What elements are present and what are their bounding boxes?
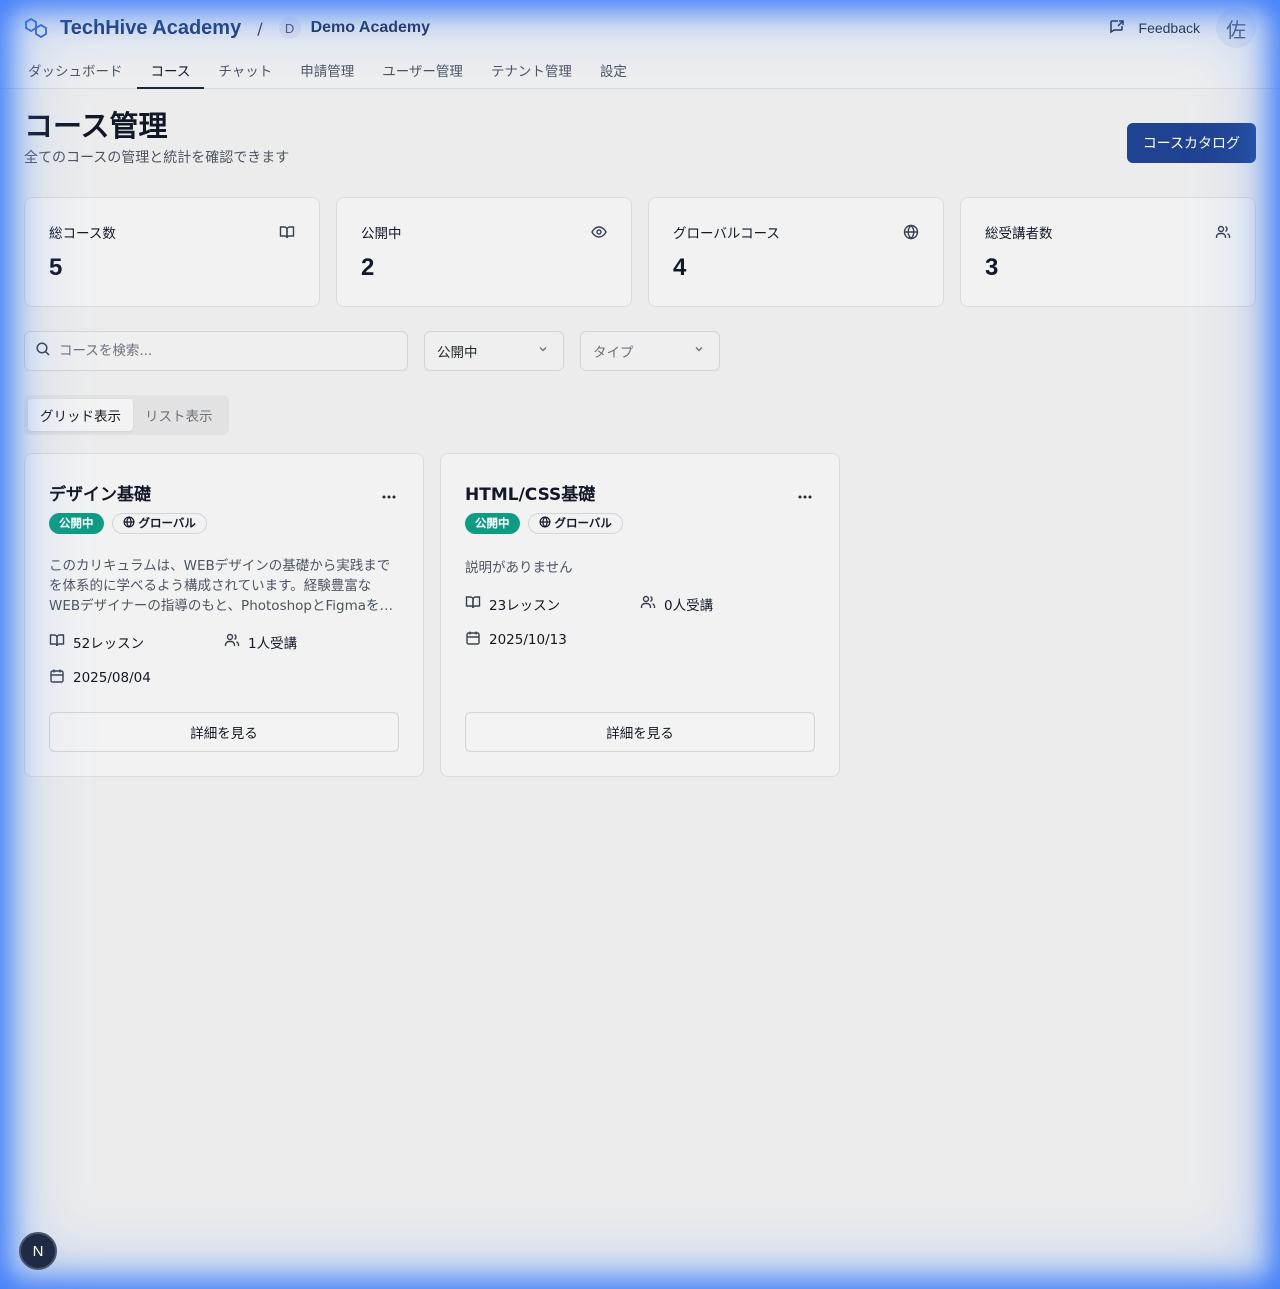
stat-card-published: 公開中 2 [336, 196, 632, 307]
course-date-text: 2025/08/04 [73, 669, 151, 686]
stat-value: 2 [361, 253, 375, 281]
more-options-icon[interactable] [797, 484, 813, 503]
brand-name: TechHive Academy [60, 16, 242, 39]
stat-value: 4 [673, 253, 687, 281]
feedback-icon [1109, 19, 1125, 38]
page-subtitle: 全てのコースの管理と統計を確認できます [24, 149, 290, 166]
type-filter-placeholder: タイプ [593, 344, 634, 361]
stats-row: 総コース数 5 公開中 2 グローバルコース 4 総受講者数 3 [24, 196, 1256, 307]
stat-label: 公開中 [361, 225, 402, 242]
stat-card-total-courses: 総コース数 5 [24, 196, 320, 307]
page-title: コース管理 [24, 109, 168, 143]
nav-applications[interactable]: 申請管理 [286, 56, 368, 88]
globe-icon [123, 516, 135, 531]
course-grid: デザイン基礎 公開中 グローバル このカリキュラムは、WEBデザインの基礎から実… [24, 452, 1256, 777]
search-box[interactable] [24, 330, 408, 371]
course-catalog-button[interactable]: コースカタログ [1126, 123, 1256, 163]
student-count: 1人受講 [224, 632, 399, 652]
student-count-text: 1人受講 [248, 635, 298, 652]
nav-settings[interactable]: 設定 [586, 56, 641, 88]
student-count-text: 0人受講 [664, 597, 714, 614]
calendar-icon [465, 630, 481, 650]
nav-tenant-management[interactable]: テナント管理 [477, 56, 586, 88]
main-nav: ダッシュボード コース チャット 申請管理 ユーザー管理 テナント管理 設定 [0, 56, 1280, 89]
chevron-down-icon [693, 343, 705, 359]
scope-badge: グローバル [111, 512, 207, 534]
book-open-icon [49, 632, 65, 652]
grid-view-tab[interactable]: グリッド表示 [28, 398, 133, 431]
status-badge: 公開中 [465, 512, 520, 534]
globe-icon [539, 516, 551, 531]
stat-card-global-courses: グローバルコース 4 [648, 196, 944, 307]
list-view-tab[interactable]: リスト表示 [133, 399, 225, 431]
course-date: 2025/08/04 [49, 668, 232, 688]
hexagons-logo-icon [24, 18, 50, 38]
lesson-count: 23レッスン [465, 594, 640, 614]
view-details-button[interactable]: 詳細を見る [49, 711, 399, 752]
users-icon [640, 594, 656, 614]
search-input[interactable] [59, 342, 397, 359]
book-open-icon [465, 594, 481, 614]
user-avatar[interactable]: 佐 [1216, 8, 1256, 48]
feedback-label: Feedback [1138, 20, 1200, 36]
view-details-button[interactable]: 詳細を見る [465, 711, 815, 752]
nav-dashboard[interactable]: ダッシュボード [14, 56, 137, 88]
student-count: 0人受講 [640, 594, 815, 614]
lesson-count-text: 23レッスン [489, 597, 561, 614]
view-toggle: グリッド表示 リスト表示 [24, 394, 229, 435]
stat-card-total-students: 総受講者数 3 [960, 196, 1256, 307]
status-filter-value: 公開中 [437, 344, 478, 361]
nav-chat[interactable]: チャット [204, 56, 286, 88]
lesson-count: 52レッスン [49, 632, 224, 652]
course-description: このカリキュラムは、WEBデザインの基礎から実践までを体系的に学べるよう構成され… [49, 557, 394, 614]
course-card: デザイン基礎 公開中 グローバル このカリキュラムは、WEBデザインの基礎から実… [24, 452, 424, 777]
feedback-button[interactable]: Feedback [1109, 19, 1200, 38]
stat-value: 3 [985, 253, 999, 281]
lesson-count-text: 52レッスン [73, 635, 145, 652]
nav-courses[interactable]: コース [136, 56, 205, 89]
scope-badge: グローバル [527, 512, 623, 534]
stat-label: グローバルコース [673, 225, 780, 242]
course-title: デザイン基礎 [49, 484, 151, 505]
more-options-icon[interactable] [381, 484, 397, 503]
users-icon [224, 632, 240, 652]
scope-label: グローバル [554, 516, 612, 531]
status-badge: 公開中 [49, 512, 104, 534]
calendar-icon [49, 668, 65, 688]
users-icon [1215, 224, 1231, 244]
filters-row: 公開中 タイプ [24, 330, 1256, 371]
brand[interactable]: TechHive Academy [24, 17, 241, 40]
course-description: 説明がありません [465, 559, 573, 576]
status-filter-select[interactable]: 公開中 [424, 330, 564, 371]
course-card: HTML/CSS基礎 公開中 グローバル 説明がありません 23レッスン 0人受… [440, 452, 840, 777]
search-icon [35, 341, 51, 361]
course-title: HTML/CSS基礎 [465, 484, 596, 505]
nav-user-management[interactable]: ユーザー管理 [368, 56, 477, 88]
type-filter-select[interactable]: タイプ [580, 330, 720, 371]
stat-value: 5 [49, 253, 63, 281]
stat-label: 総受講者数 [985, 225, 1053, 242]
chevron-down-icon [537, 343, 549, 359]
stat-label: 総コース数 [49, 225, 116, 242]
dev-tools-badge[interactable]: N [19, 1232, 57, 1270]
tenant-switcher[interactable]: D Demo Academy [278, 17, 431, 39]
tenant-initial: D [278, 17, 301, 39]
scope-label: グローバル [138, 516, 196, 531]
book-open-icon [279, 224, 295, 244]
breadcrumb-separator: / [257, 18, 263, 38]
main-content: コース管理 全てのコースの管理と統計を確認できます コースカタログ 総コース数 … [0, 89, 1280, 799]
globe-icon [903, 224, 919, 244]
top-bar: TechHive Academy / D Demo Academy Feedba… [0, 0, 1280, 56]
course-date: 2025/10/13 [465, 630, 648, 650]
tenant-name: Demo Academy [310, 19, 431, 36]
eye-icon [591, 224, 607, 244]
course-date-text: 2025/10/13 [489, 631, 567, 648]
